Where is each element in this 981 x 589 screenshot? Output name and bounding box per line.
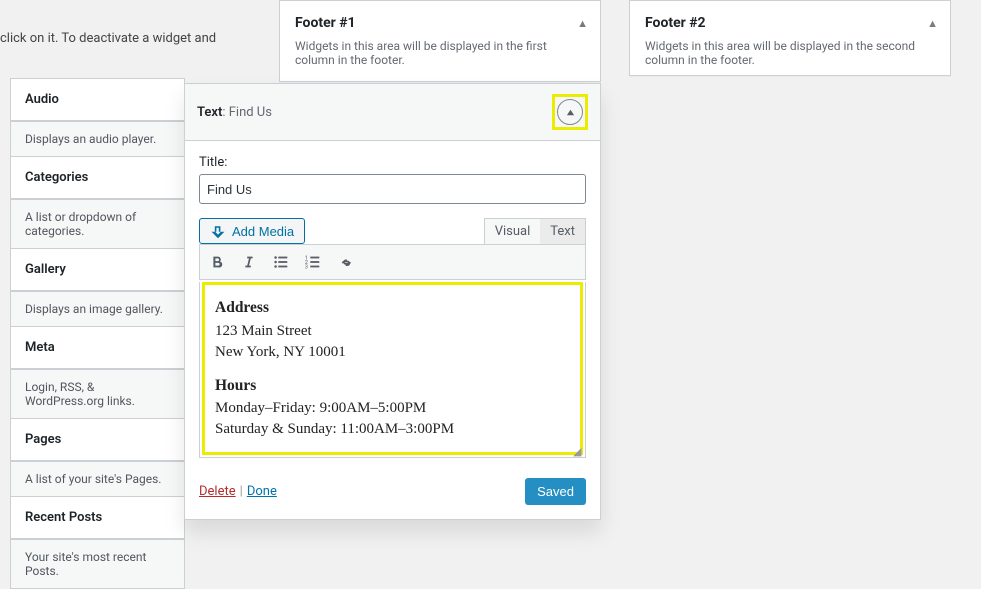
highlight-box: [552, 94, 588, 130]
media-icon: [210, 223, 226, 239]
done-link[interactable]: Done: [247, 484, 277, 499]
editor-tabs: Visual Text: [484, 218, 586, 244]
available-widget-description: Your site's most recent Posts.: [10, 539, 185, 589]
widget-editor-header[interactable]: Text: Find Us: [185, 84, 600, 141]
italic-button[interactable]: [234, 247, 264, 277]
available-widget[interactable]: Pages: [10, 418, 185, 461]
content-line: 123 Main Street: [215, 321, 570, 342]
title-input[interactable]: [199, 174, 586, 204]
available-widget-title: Recent Posts: [11, 497, 184, 538]
content-heading: Address: [215, 297, 570, 319]
available-widget-description: Displays an audio player.: [10, 121, 185, 156]
available-widget-title: Audio: [11, 79, 184, 120]
widget-type-label: Text: [197, 105, 222, 120]
available-widget-description: Login, RSS, & WordPress.org links.: [10, 369, 185, 418]
tab-visual[interactable]: Visual: [485, 219, 541, 244]
add-media-button[interactable]: Add Media: [199, 218, 305, 244]
widget-instance-label: Find Us: [229, 105, 272, 120]
available-widget-description: A list of your site's Pages.: [10, 461, 185, 496]
sidebar-area-footer-2: Footer #2 ▲ Widgets in this area will be…: [629, 0, 951, 76]
available-widgets-list: Audio Displays an audio player. Categori…: [10, 78, 185, 589]
link-button[interactable]: [330, 247, 360, 277]
available-widget[interactable]: Audio: [10, 78, 185, 121]
bulleted-list-button[interactable]: [266, 247, 296, 277]
chevron-up-icon[interactable]: ▲: [577, 17, 588, 30]
available-widget-title: Pages: [11, 419, 184, 460]
editor-toolbar: 123: [199, 244, 586, 280]
help-text-fragment: click on it. To deactivate a widget and: [0, 31, 216, 46]
sidebar-area-description: Widgets in this area will be displayed i…: [630, 35, 950, 81]
available-widget[interactable]: Gallery: [10, 248, 185, 291]
editor-content-area[interactable]: Address 123 Main Street New York, NY 100…: [202, 282, 583, 455]
add-media-label: Add Media: [232, 224, 294, 239]
sidebar-area-title: Footer #2: [645, 15, 706, 31]
available-widget-title: Categories: [11, 157, 184, 198]
available-widget-description: A list or dropdown of categories.: [10, 199, 185, 248]
widget-editor-text: Text: Find Us Title: Add Media Visua: [184, 83, 601, 520]
separator: |: [236, 484, 247, 499]
sidebar-area-footer-1: Footer #1 ▲ Widgets in this area will be…: [279, 0, 601, 82]
sidebar-area-description: Widgets in this area will be displayed i…: [280, 35, 600, 81]
content-line: Saturday & Sunday: 11:00AM–3:00PM: [215, 419, 570, 440]
chevron-up-icon[interactable]: ▲: [927, 17, 938, 30]
content-line: Monday–Friday: 9:00AM–5:00PM: [215, 398, 570, 419]
available-widget-title: Meta: [11, 327, 184, 368]
content-line: New York, NY 10001: [215, 342, 570, 363]
saved-button[interactable]: Saved: [525, 478, 586, 505]
numbered-list-button[interactable]: 123: [298, 247, 328, 277]
collapse-toggle-icon[interactable]: [557, 99, 583, 125]
title-label: Title:: [199, 155, 586, 170]
content-heading: Hours: [215, 375, 570, 397]
available-widget[interactable]: Meta: [10, 326, 185, 369]
available-widget-description: Displays an image gallery.: [10, 291, 185, 326]
svg-text:3: 3: [305, 264, 308, 270]
available-widget-title: Gallery: [11, 249, 184, 290]
available-widget[interactable]: Recent Posts: [10, 496, 185, 539]
sidebar-area-title: Footer #1: [295, 15, 356, 31]
bold-button[interactable]: [202, 247, 232, 277]
delete-link[interactable]: Delete: [199, 484, 236, 499]
available-widget[interactable]: Categories: [10, 156, 185, 199]
tab-text[interactable]: Text: [540, 219, 585, 244]
